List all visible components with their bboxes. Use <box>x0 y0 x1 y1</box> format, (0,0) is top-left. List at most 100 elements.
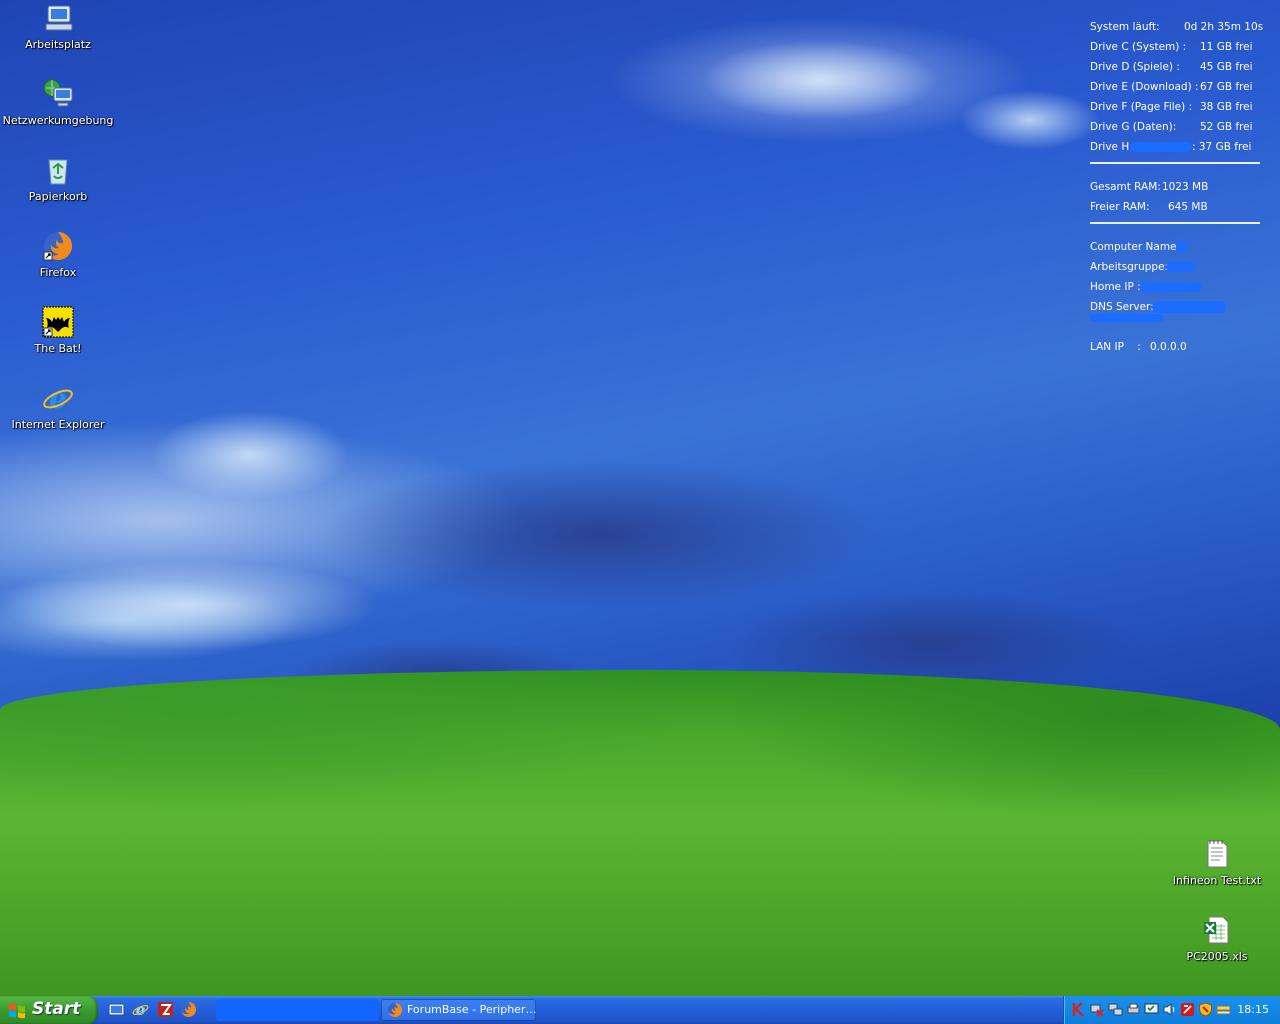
internet-explorer-icon: e <box>43 382 73 414</box>
sysinfo-network-row: Arbeitsgruppe: <box>1090 260 1262 280</box>
desktop-icon-infineon-test[interactable]: Infineon Test.txt <box>1161 838 1273 887</box>
desktop-icon-label: The Bat! <box>34 342 82 355</box>
firefox-icon <box>43 231 73 261</box>
taskbar-clock[interactable]: 18:15 <box>1237 1003 1269 1016</box>
desktop-icon-papierkorb[interactable]: Papierkorb <box>2 154 114 203</box>
sysinfo-label: System läuft: <box>1090 21 1160 33</box>
sysinfo-drive-row: Drive F (Page File) : 38 GB frei <box>1090 100 1262 120</box>
sysinfo-value: 52 GB frei <box>1200 121 1253 133</box>
desktop-icon-label: PC2005.xls <box>1186 950 1248 963</box>
sysinfo-lan-row: LAN IP : 0.0.0.0 <box>1090 340 1262 360</box>
sysinfo-network-row: Home IP : <box>1090 280 1262 300</box>
firefox-icon <box>387 1002 403 1018</box>
sysinfo-value: : 37 GB frei <box>1192 141 1252 153</box>
desktop-icon-label: Firefox <box>39 266 77 279</box>
toolbar-icon[interactable] <box>1216 1002 1231 1017</box>
firefox-icon[interactable] <box>180 1001 197 1018</box>
sysinfo-label: Computer Name: <box>1090 241 1181 253</box>
redaction-mark <box>1176 241 1188 253</box>
desktop-icon-arbeitsplatz[interactable]: Arbeitsplatz <box>2 2 114 51</box>
sysinfo-ram-row: Gesamt RAM: 1023 MB <box>1090 180 1262 200</box>
sysinfo-label: Drive C (System) : <box>1090 41 1187 53</box>
shield-icon[interactable] <box>1198 1002 1213 1017</box>
desktop-icon-label: Netzwerkumgebung <box>2 114 114 127</box>
desktop-icon-internet-explorer[interactable]: e Internet Explorer <box>2 382 114 431</box>
sysinfo-label: Drive G (Daten): <box>1090 121 1177 133</box>
redaction-mark <box>1166 262 1196 272</box>
the-bat-icon <box>42 306 74 338</box>
sysinfo-network-row <box>1090 314 1262 340</box>
sysinfo-value: 38 GB frei <box>1200 101 1253 113</box>
sysinfo-network-row: Computer Name: <box>1090 240 1262 260</box>
start-label: Start <box>32 999 81 1019</box>
wallpaper-cloud <box>150 410 350 500</box>
start-button[interactable]: Start <box>0 996 98 1024</box>
desktop-icon-label: Papierkorb <box>28 190 88 203</box>
redaction-mark <box>1140 282 1202 292</box>
desktop-icon-label: Arbeitsplatz <box>25 38 91 51</box>
show-desktop-icon[interactable] <box>108 1001 125 1018</box>
wallpaper-cloud <box>320 460 880 610</box>
taskbar-button-forumbase[interactable]: ForumBase - Peripher… <box>381 999 536 1021</box>
redaction-mark <box>1130 142 1192 152</box>
antivirus-icon[interactable] <box>1180 1002 1195 1017</box>
sysinfo-ram-row: Freier RAM: 645 MB <box>1090 200 1262 220</box>
volume-icon[interactable] <box>1162 1002 1177 1017</box>
sysinfo-label: LAN IP : <box>1090 341 1141 353</box>
desktop-icon-netzwerkumgebung[interactable]: Netzwerkumgebung <box>2 78 114 127</box>
excel-file-icon <box>1204 916 1229 944</box>
sysinfo-divider <box>1090 162 1260 164</box>
desktop-icon-label: Infineon Test.txt <box>1172 874 1262 887</box>
desktop[interactable]: Arbeitsplatz Netzwerkumgebung Papierkorb… <box>0 0 1280 996</box>
printer-icon[interactable] <box>1126 1002 1141 1017</box>
desktop-icon-the-bat[interactable]: The Bat! <box>2 306 114 355</box>
sysinfo-label: Drive F (Page File) : <box>1090 101 1193 113</box>
sysinfo-label: Arbeitsgruppe: <box>1090 261 1169 273</box>
sysinfo-value: 1023 MB <box>1162 181 1209 193</box>
sysinfo-value: 11 GB frei <box>1200 41 1253 53</box>
kaspersky-icon[interactable] <box>1072 1002 1087 1017</box>
svg-text:e: e <box>49 382 67 414</box>
taskbar-button-label: ForumBase - Peripher… <box>407 1003 536 1016</box>
sysinfo-label: Drive E (Download) : <box>1090 81 1199 93</box>
desktop-icon-firefox[interactable]: Firefox <box>2 230 114 279</box>
redaction-mark <box>1090 314 1164 322</box>
wallpaper-cloud <box>960 90 1100 150</box>
system-tray: 18:15 <box>1063 996 1280 1024</box>
recycle-bin-icon <box>48 159 68 185</box>
sysinfo-value: 645 MB <box>1168 201 1208 213</box>
sysinfo-value: 67 GB frei <box>1200 81 1253 93</box>
sysinfo-value: 0.0.0.0 <box>1150 341 1187 353</box>
sysinfo-widget: System läuft: 0d 2h 35m 10s Drive C (Sys… <box>1090 20 1264 360</box>
text-file-icon <box>1207 840 1228 868</box>
sysinfo-value: 45 GB frei <box>1200 61 1253 73</box>
sysinfo-drive-row: Drive H ( : 37 GB frei <box>1090 140 1262 160</box>
desktop-icon-pc2005[interactable]: PC2005.xls <box>1161 914 1273 963</box>
monitor-icon[interactable] <box>1144 1002 1159 1017</box>
sysinfo-drive-row: Drive G (Daten): 52 GB frei <box>1090 120 1262 140</box>
wallpaper-hills <box>0 670 1280 996</box>
wallpaper-cloud <box>0 560 380 650</box>
sysinfo-label: Gesamt RAM: <box>1090 181 1161 193</box>
network-icon[interactable] <box>1108 1002 1123 1017</box>
sysinfo-network-row: DNS Server: <box>1090 300 1262 314</box>
sysinfo-uptime-row: System läuft: 0d 2h 35m 10s <box>1090 20 1264 40</box>
sysinfo-drive-row: Drive C (System) : 11 GB frei <box>1090 40 1262 60</box>
sysinfo-label: Freier RAM: <box>1090 201 1150 213</box>
wallpaper-cloud <box>700 40 940 120</box>
taskbar: Start e ForumBase - Peripher… 18:15 <box>0 996 1280 1024</box>
redaction-mark <box>1152 301 1226 313</box>
sysinfo-label: DNS Server: <box>1090 301 1154 313</box>
filezilla-icon[interactable] <box>157 1001 174 1018</box>
sysinfo-value: 0d 2h 35m 10s <box>1184 21 1264 33</box>
desktop-icon-label: Internet Explorer <box>11 418 105 431</box>
sysinfo-label: Drive D (Spiele) : <box>1090 61 1180 73</box>
my-computer-icon <box>45 5 73 31</box>
network-disconnected-icon[interactable] <box>1090 1002 1105 1017</box>
sysinfo-drive-row: Drive E (Download) : 67 GB frei <box>1090 80 1262 100</box>
sysinfo-label: Home IP : <box>1090 281 1141 293</box>
sysinfo-drive-row: Drive D (Spiele) : 45 GB frei <box>1090 60 1262 80</box>
network-places-icon <box>43 79 73 107</box>
windows-logo-icon <box>9 1003 25 1018</box>
taskbar-button-redacted[interactable] <box>216 999 379 1021</box>
